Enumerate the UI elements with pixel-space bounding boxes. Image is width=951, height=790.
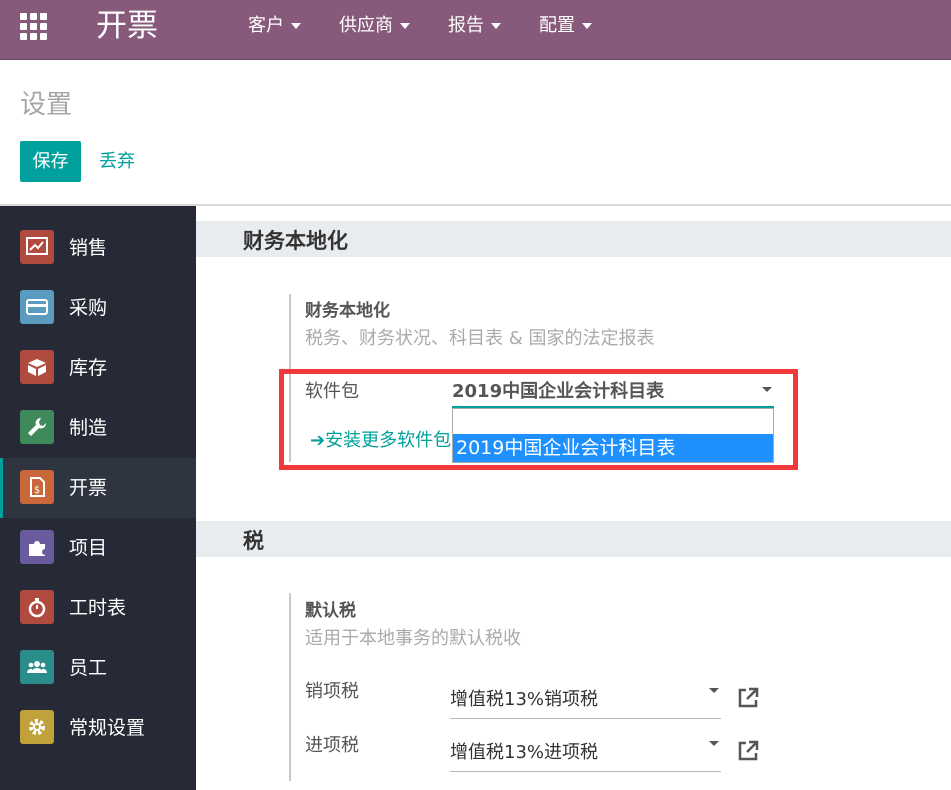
sidebar-item-label: 工时表 xyxy=(69,597,127,619)
caret-down-icon xyxy=(400,23,410,29)
caret-down-icon xyxy=(291,23,301,29)
top-navbar: 开票 客户 供应商 报告 配置 xyxy=(0,0,951,60)
chevron-down-icon xyxy=(709,741,719,746)
menu-configuration[interactable]: 配置 xyxy=(539,14,592,38)
setting-box-border xyxy=(289,593,291,781)
section-header-localization: 财务本地化 xyxy=(196,221,951,257)
external-link-icon[interactable] xyxy=(736,686,760,710)
stopwatch-icon xyxy=(20,590,54,624)
svg-text:$: $ xyxy=(34,485,40,496)
menu-customers[interactable]: 客户 xyxy=(248,14,301,38)
menu-label: 报告 xyxy=(448,15,484,36)
sidebar-item-employees[interactable]: 员工 xyxy=(0,638,196,698)
wrench-icon xyxy=(20,410,54,444)
setting-description: 税务、财务状况、科目表 & 国家的法定报表 xyxy=(305,328,655,349)
annotation-highlight-box xyxy=(279,369,798,470)
setting-description: 适用于本地事务的默认税收 xyxy=(305,628,521,649)
gear-icon xyxy=(20,710,54,744)
sales-chart-icon xyxy=(20,230,54,264)
discard-button[interactable]: 丢弃 xyxy=(99,141,135,182)
save-button[interactable]: 保存 xyxy=(20,141,81,182)
sidebar-item-label: 常规设置 xyxy=(69,717,146,739)
box-icon xyxy=(20,350,54,384)
menu-label: 客户 xyxy=(248,15,284,36)
invoice-dollar-icon: $ xyxy=(20,470,54,504)
sidebar-item-invoicing[interactable]: $ 开票 xyxy=(0,458,196,518)
purchase-tax-value: 增值税13%进项税 xyxy=(450,742,599,763)
caret-down-icon xyxy=(491,23,501,29)
menu-label: 供应商 xyxy=(339,15,393,36)
sidebar-item-label: 采购 xyxy=(69,297,108,319)
sidebar-item-sales[interactable]: 销售 xyxy=(0,218,196,278)
section-title: 税 xyxy=(243,529,264,553)
section-header-taxes: 税 xyxy=(196,521,951,557)
chevron-down-icon xyxy=(709,688,719,693)
caret-down-icon xyxy=(582,23,592,29)
purchase-tax-label: 进项税 xyxy=(305,735,359,756)
sidebar-item-project[interactable]: 项目 xyxy=(0,518,196,578)
sidebar-item-inventory[interactable]: 库存 xyxy=(0,338,196,398)
setting-title: 默认税 xyxy=(305,601,356,621)
menu-vendors[interactable]: 供应商 xyxy=(339,14,410,38)
apps-grid-icon[interactable] xyxy=(20,13,48,41)
credit-card-icon xyxy=(20,290,54,324)
sidebar-item-label: 库存 xyxy=(69,357,108,379)
menu-label: 配置 xyxy=(539,15,575,36)
purchase-tax-select[interactable]: 增值税13%进项税 xyxy=(450,738,721,772)
sidebar-item-label: 员工 xyxy=(69,657,108,679)
section-title: 财务本地化 xyxy=(243,229,348,253)
page-title: 设置 xyxy=(20,90,73,120)
external-link-icon[interactable] xyxy=(736,739,760,763)
sidebar-item-label: 制造 xyxy=(69,417,108,439)
sidebar-item-purchase[interactable]: 采购 xyxy=(0,278,196,338)
menu-reports[interactable]: 报告 xyxy=(448,14,501,38)
sidebar-item-general-settings[interactable]: 常规设置 xyxy=(0,698,196,758)
setting-title: 财务本地化 xyxy=(305,301,390,321)
sidebar-item-label: 销售 xyxy=(69,237,108,259)
sales-tax-label: 销项税 xyxy=(305,681,359,702)
users-icon xyxy=(20,650,54,684)
sales-tax-value: 增值税13%销项税 xyxy=(450,689,599,710)
puzzle-icon xyxy=(20,530,54,564)
sales-tax-select[interactable]: 增值税13%销项税 xyxy=(450,685,721,719)
sidebar-item-manufacturing[interactable]: 制造 xyxy=(0,398,196,458)
sidebar-item-label: 开票 xyxy=(69,477,108,499)
settings-sidebar: 销售 采购 库存 制造 $ 开票 项目 工时表 员工 常规设置 xyxy=(0,206,196,790)
app-title: 开票 xyxy=(96,8,158,44)
sidebar-item-label: 项目 xyxy=(69,537,108,559)
sidebar-item-timesheets[interactable]: 工时表 xyxy=(0,578,196,638)
